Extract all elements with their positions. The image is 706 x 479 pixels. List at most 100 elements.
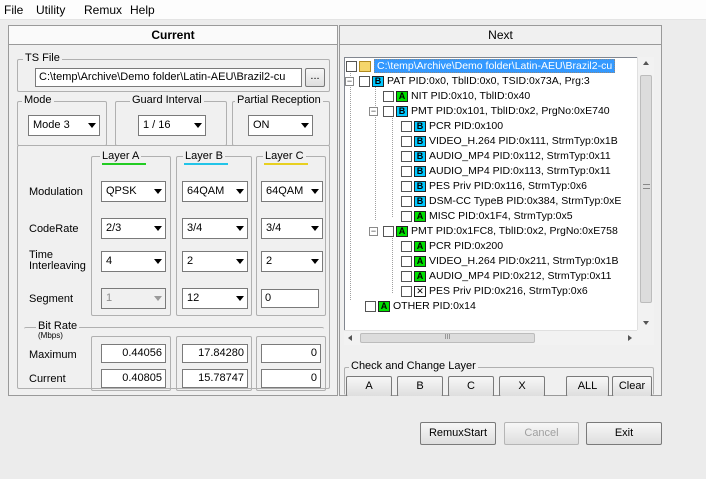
mode-select[interactable]: Mode 3 — [28, 115, 100, 136]
layer-b-current-bitrate: 15.78747 — [182, 369, 248, 388]
tree-item-checkbox[interactable] — [401, 120, 412, 132]
tree-hscroll-thumb[interactable]: III — [360, 333, 535, 343]
layer-a-interleaving-value: 4 — [106, 255, 113, 267]
tree-item-checkbox[interactable] — [401, 210, 412, 222]
tree-item[interactable]: ✕ PES Priv PID:0x216, StrmTyp:0x6 — [401, 284, 588, 299]
tree-item[interactable]: A NIT PID:0x10, TblID:0x40 — [383, 89, 530, 104]
tree-item[interactable]: A MISC PID:0x1F4, StrmTyp:0x5 — [401, 209, 573, 224]
tree-item[interactable]: A AUDIO_MP4 PID:0x212, StrmTyp:0x11 — [401, 269, 611, 284]
tree-item-label: PES Priv PID:0x216, StrmTyp:0x6 — [429, 285, 588, 297]
partial-reception-select[interactable]: ON — [248, 115, 313, 136]
tree-horizontal-scrollbar[interactable]: III — [344, 330, 638, 345]
tree-item-checkbox[interactable] — [365, 300, 376, 312]
tree-item-checkbox[interactable] — [383, 225, 394, 237]
tree-item-label: AUDIO_MP4 PID:0x112, StrmTyp:0x11 — [429, 150, 611, 162]
maximum-label: Maximum — [29, 349, 77, 361]
tree-item[interactable]: A VIDEO_H.264 PID:0x211, StrmTyp:0x1B — [401, 254, 618, 269]
tree-item-label: PCR PID:0x200 — [429, 240, 504, 252]
current-label: Current — [29, 373, 66, 385]
layer-c-segment-field[interactable]: 0 — [261, 289, 319, 308]
collapse-icon[interactable]: − — [369, 227, 378, 236]
layer-c-current-bitrate: 0 — [261, 369, 321, 388]
clear-button[interactable]: Clear — [612, 376, 652, 397]
layer-b-segment-select[interactable]: 12 — [182, 288, 248, 309]
tree-item[interactable]: B VIDEO_H.264 PID:0x111, StrmTyp:0x1B — [401, 134, 618, 149]
layer-b-modulation-select[interactable]: 64QAM — [182, 181, 248, 202]
tree-item-checkbox[interactable] — [401, 240, 412, 252]
tree-item-checkbox[interactable] — [401, 270, 412, 282]
tree-item[interactable]: B PAT PID:0x0, TblID:0x0, TSID:0x73A, Prg… — [359, 74, 590, 89]
exit-button[interactable]: Exit — [586, 422, 662, 445]
scroll-down-icon[interactable] — [643, 321, 649, 325]
tree-item[interactable]: A PMT PID:0x1FC8, TblID:0x2, PrgNo:0xE758 — [383, 224, 618, 239]
tree-item-checkbox[interactable] — [401, 255, 412, 267]
layer-c-coderate-select[interactable]: 3/4 — [261, 218, 323, 239]
tree-item[interactable]: B AUDIO_MP4 PID:0x113, StrmTyp:0x11 — [401, 164, 611, 179]
menu-bar: File Utility Remux Help — [0, 0, 706, 20]
tree-item-checkbox[interactable] — [401, 150, 412, 162]
layer-c-modulation-select[interactable]: 64QAM — [261, 181, 323, 202]
chevron-down-icon — [236, 189, 244, 194]
layer-b-badge-icon: B — [396, 105, 408, 117]
tree-item-checkbox[interactable] — [359, 75, 370, 87]
tree-item[interactable]: B PES Priv PID:0x116, StrmTyp:0x6 — [401, 179, 587, 194]
tree-item[interactable]: B PCR PID:0x100 — [401, 119, 503, 134]
tree-item-checkbox[interactable] — [346, 60, 357, 72]
mode-value: Mode 3 — [33, 119, 70, 131]
layer-b-coderate-select[interactable]: 3/4 — [182, 218, 248, 239]
layer-a-max-bitrate: 0.44056 — [101, 344, 166, 363]
layer-b-interleaving-select[interactable]: 2 — [182, 251, 248, 272]
menu-utility[interactable]: Utility — [36, 3, 65, 17]
tree-item-checkbox[interactable] — [383, 90, 394, 102]
tree-root-item[interactable]: C:\temp\Archive\Demo folder\Latin-AEU\Br… — [346, 59, 616, 74]
menu-remux[interactable]: Remux — [84, 3, 122, 17]
tree-item[interactable]: A OTHER PID:0x14 — [365, 299, 476, 314]
scroll-left-icon[interactable] — [348, 335, 352, 341]
tree-vertical-scrollbar[interactable] — [637, 57, 654, 331]
tree-item-label: PMT PID:0x1FC8, TblID:0x2, PrgNo:0xE758 — [411, 225, 618, 237]
partial-reception-value: ON — [253, 119, 270, 131]
tree-item-label: AUDIO_MP4 PID:0x113, StrmTyp:0x11 — [429, 165, 611, 177]
browse-button[interactable]: ... — [305, 68, 325, 87]
ts-file-path[interactable]: C:\temp\Archive\Demo folder\Latin-AEU\Br… — [35, 68, 302, 87]
guard-interval-label: Guard Interval — [130, 94, 204, 106]
layer-x-button[interactable]: X — [499, 376, 545, 397]
tree-connector-line — [392, 115, 393, 217]
layer-a-modulation-select[interactable]: QPSK — [101, 181, 166, 202]
collapse-icon[interactable]: − — [345, 77, 354, 86]
all-button[interactable]: ALL — [566, 376, 609, 397]
layer-c-button[interactable]: C — [448, 376, 494, 397]
layer-b-max-bitrate: 17.84280 — [182, 344, 248, 363]
tree-connector-line — [392, 235, 393, 293]
time-interleaving-label-2: Interleaving — [29, 260, 86, 272]
tab-current[interactable]: Current — [8, 25, 338, 45]
tree-item[interactable]: B AUDIO_MP4 PID:0x112, StrmTyp:0x11 — [401, 149, 611, 164]
layer-b-button[interactable]: B — [397, 376, 443, 397]
tree-item-checkbox[interactable] — [401, 195, 412, 207]
menu-help[interactable]: Help — [130, 3, 155, 17]
scroll-up-icon[interactable] — [643, 61, 649, 65]
tree-item-checkbox[interactable] — [401, 285, 412, 297]
tree-item[interactable]: A PCR PID:0x200 — [401, 239, 503, 254]
menu-file[interactable]: File — [4, 3, 23, 17]
tree-item-label: MISC PID:0x1F4, StrmTyp:0x5 — [429, 210, 573, 222]
remux-start-button[interactable]: RemuxStart — [420, 422, 496, 445]
scroll-right-icon[interactable] — [628, 335, 632, 341]
layer-c-interleaving-value: 2 — [266, 255, 273, 267]
layer-c-coderate-value: 3/4 — [266, 222, 282, 234]
guard-interval-select[interactable]: 1 / 16 — [138, 115, 206, 136]
tree-item-checkbox[interactable] — [383, 105, 394, 117]
tree-item-checkbox[interactable] — [401, 165, 412, 177]
tree-scroll-thumb[interactable] — [640, 75, 652, 303]
tree-item[interactable]: B DSM-CC TypeB PID:0x384, StrmTyp:0xE — [401, 194, 621, 209]
layer-c-interleaving-select[interactable]: 2 — [261, 251, 323, 272]
layer-a-button[interactable]: A — [346, 376, 392, 397]
tab-next[interactable]: Next — [339, 25, 662, 45]
collapse-icon[interactable]: − — [369, 107, 378, 116]
layer-a-coderate-select[interactable]: 2/3 — [101, 218, 166, 239]
chevron-down-icon — [311, 189, 319, 194]
tree-item-checkbox[interactable] — [401, 180, 412, 192]
tree-item-checkbox[interactable] — [401, 135, 412, 147]
tree-item[interactable]: B PMT PID:0x101, TblID:0x2, PrgNo:0xE740 — [383, 104, 610, 119]
layer-a-interleaving-select[interactable]: 4 — [101, 251, 166, 272]
